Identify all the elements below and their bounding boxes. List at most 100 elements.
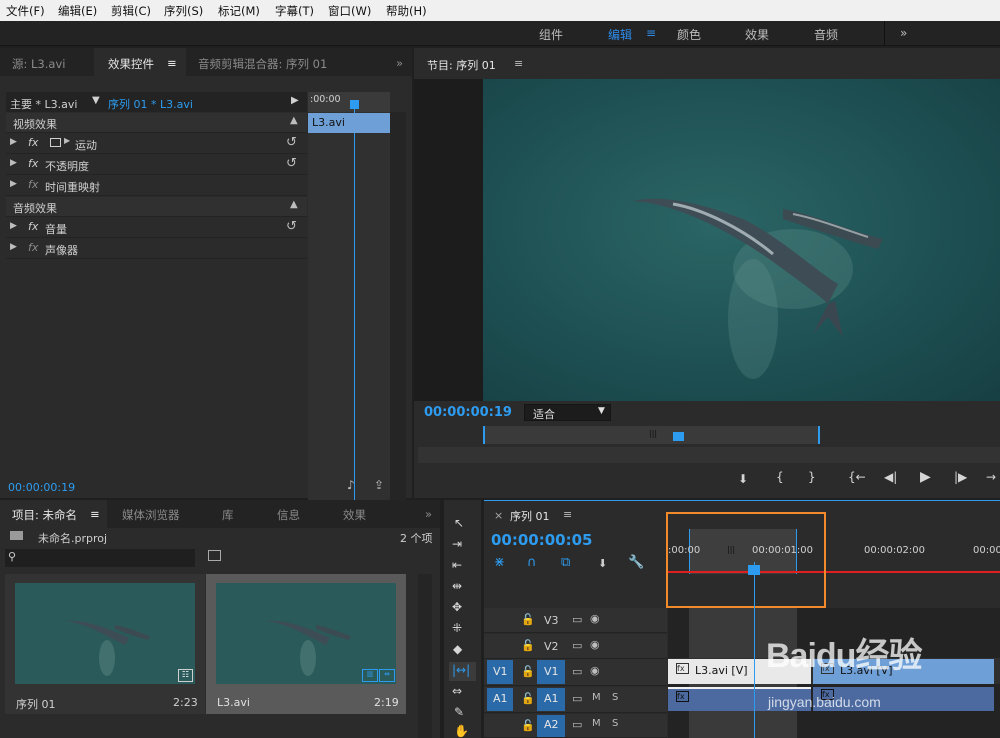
go-to-out-icon[interactable]: → [986, 470, 996, 484]
go-to-in-icon[interactable]: {← [848, 470, 866, 484]
track-v3[interactable]: 🔓 V3 ▭ ◉ [484, 608, 667, 633]
tab-menu-icon[interactable]: ≡ [90, 507, 100, 521]
slip-tool-icon[interactable]: |↔| [452, 663, 470, 677]
tab-effects[interactable]: 效果 [343, 507, 366, 523]
toggle-sync-icon[interactable]: ▭ [572, 613, 582, 626]
eye-icon[interactable]: ◉ [590, 664, 600, 677]
track-v1[interactable]: V1 🔓 V1 ▭ ◉ [484, 659, 667, 686]
razor-tool-icon[interactable]: ◆ [453, 642, 462, 656]
program-viewer[interactable] [414, 79, 1000, 401]
collapse-icon[interactable]: ▲ [290, 115, 298, 126]
panel-more-icon[interactable]: » [396, 56, 403, 70]
menu-file[interactable]: 文件(F) [6, 3, 45, 19]
rate-stretch-tool-icon[interactable]: ✥ [452, 600, 462, 614]
lock-icon[interactable]: 🔓 [521, 665, 535, 678]
audio-only-icon[interactable]: ♪ [347, 478, 355, 492]
program-menu-icon[interactable]: ≡ [514, 57, 523, 70]
play-icon[interactable]: ▶ [920, 469, 931, 485]
project-scrollbar[interactable] [418, 574, 432, 738]
out-point-marker[interactable] [818, 426, 820, 444]
program-title[interactable]: 节目: 序列 01 [427, 57, 496, 73]
track-a2[interactable]: 🔓 A2 ▭ M S [484, 714, 667, 738]
menu-help[interactable]: 帮助(H) [386, 3, 427, 19]
workspace-editing[interactable]: 编辑 [608, 26, 632, 43]
menu-title[interactable]: 字幕(T) [275, 3, 314, 19]
fit-dropdown[interactable]: 适合 ▼ [524, 404, 611, 421]
hand-tool-icon[interactable]: ✋ [454, 724, 469, 738]
track-a1[interactable]: A1 🔓 A1 ▭ M S [484, 687, 667, 713]
lock-icon[interactable]: 🔓 [521, 639, 535, 652]
lock-icon[interactable]: 🔓 [521, 719, 535, 732]
menu-sequence[interactable]: 序列(S) [164, 3, 203, 19]
workspace-effects[interactable]: 效果 [745, 26, 769, 43]
step-back-icon[interactable]: ◀| [884, 470, 897, 484]
program-zoom-bar[interactable] [418, 447, 1000, 463]
tab-libraries[interactable]: 库 [222, 507, 234, 523]
expand-triangle-icon[interactable]: ▶ [10, 242, 17, 252]
mute-button[interactable]: M [592, 718, 601, 729]
fx-badge[interactable]: fx [28, 157, 38, 170]
fx-badge[interactable]: fx [28, 178, 38, 191]
menu-clip[interactable]: 剪辑(C) [111, 3, 151, 19]
effect-row-time-remap[interactable]: ▶ fx 时间重映射 [6, 176, 307, 196]
workspace-menu-icon[interactable]: ≡ [646, 26, 656, 40]
panel-more-icon[interactable]: » [425, 507, 432, 521]
playhead-handle[interactable] [350, 100, 359, 109]
vertical-scrollbar[interactable] [390, 112, 406, 512]
solo-button[interactable]: S [612, 692, 618, 703]
effect-row-panner[interactable]: ▶ fx 声像器 [6, 239, 307, 259]
lock-icon[interactable]: 🔓 [521, 613, 535, 626]
transform-icon[interactable] [50, 138, 61, 147]
menu-window[interactable]: 窗口(W) [328, 3, 371, 19]
project-item-sequence[interactable]: ☷ 序列 01 2:23 [5, 574, 205, 714]
clip-v1-second[interactable]: fx L3.avi [V] [813, 659, 994, 684]
ripple-edit-tool-icon[interactable]: ⇤ [452, 558, 462, 572]
effect-row-volume[interactable]: ▶ fx 音量 ↺ [6, 218, 307, 238]
rolling-edit-tool-icon[interactable]: ⇹ [452, 579, 462, 593]
clip-a1[interactable]: fx [668, 687, 811, 711]
expand-triangle-icon[interactable]: ▶ [10, 137, 17, 147]
sequence-clip-label[interactable]: 序列 01 * L3.avi [108, 96, 193, 112]
toggle-sync-icon[interactable]: ▭ [572, 665, 582, 678]
project-item-clip[interactable]: ▥ ⇹ L3.avi 2:19 [206, 574, 406, 714]
wrench-icon[interactable]: 🔧 [628, 555, 644, 570]
linked-selection-icon[interactable]: ⧉ [561, 555, 570, 570]
clip-v1[interactable]: fx L3.avi [V] [668, 659, 811, 684]
eye-icon[interactable]: ◉ [590, 612, 600, 625]
program-timecode[interactable]: 00:00:00:19 [424, 405, 512, 420]
tab-source[interactable]: 源: L3.avi [12, 56, 65, 72]
effect-controls-timecode[interactable]: 00:00:00:19 [8, 481, 75, 494]
collapse-icon[interactable]: ▲ [290, 199, 298, 210]
clip-a1-second[interactable]: fx [813, 687, 994, 711]
fx-badge[interactable]: fx [28, 220, 38, 233]
pen-tool-icon[interactable]: ✎ [454, 705, 464, 719]
reset-icon[interactable]: ↺ [286, 219, 297, 234]
export-icon[interactable]: ⇪ [374, 478, 384, 492]
track-area[interactable]: fx L3.avi [V] fx L3.avi [V] fx fx [668, 608, 1000, 738]
razor-select-tool-icon[interactable]: ⁜ [452, 621, 462, 635]
dropdown-arrow-icon[interactable]: ▼ [92, 95, 100, 106]
tab-menu-icon[interactable]: ≡ [167, 56, 177, 70]
snap-icon[interactable]: ∩ [527, 555, 537, 570]
fx-badge[interactable]: fx [28, 136, 38, 149]
timeline-timecode[interactable]: 00:00:00:05 [491, 531, 593, 549]
new-bin-icon[interactable] [208, 550, 221, 561]
track-v2[interactable]: 🔓 V2 ▭ ◉ [484, 634, 667, 659]
expand-triangle-icon[interactable]: ▶ [10, 179, 17, 189]
toggle-sync-icon[interactable]: ▭ [572, 639, 582, 652]
solo-button[interactable]: S [612, 718, 618, 729]
play-toggle-icon[interactable]: ▶ [291, 95, 299, 106]
lock-icon[interactable]: 🔓 [521, 692, 535, 705]
scrubber-playhead[interactable] [673, 432, 684, 441]
track-select-tool-icon[interactable]: ⇥ [452, 537, 462, 551]
reset-icon[interactable]: ↺ [286, 135, 297, 150]
reset-icon[interactable]: ↺ [286, 156, 297, 171]
tab-effect-controls[interactable]: 效果控件 [108, 56, 154, 72]
in-point-marker[interactable] [483, 426, 485, 444]
tab-project[interactable]: 项目: 未命名 [12, 507, 77, 523]
mute-button[interactable]: M [592, 692, 601, 703]
effect-row-motion[interactable]: ▶ fx ▶ 运动 ↺ [6, 134, 307, 154]
add-marker-icon[interactable]: ⬇ [598, 557, 607, 570]
menu-marker[interactable]: 标记(M) [218, 3, 260, 19]
tab-media-browser[interactable]: 媒体浏览器 [122, 507, 180, 523]
